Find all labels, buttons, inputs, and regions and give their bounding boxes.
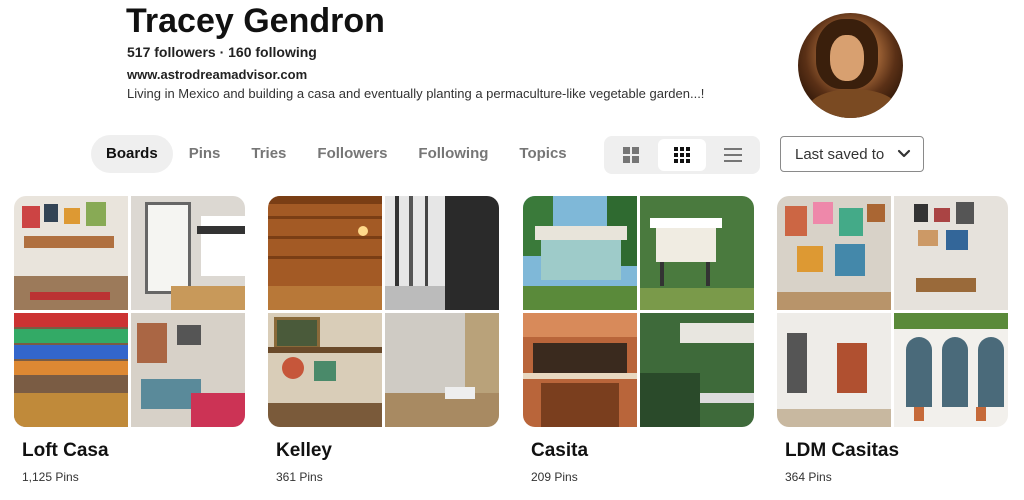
sort-dropdown[interactable]: Last saved to bbox=[780, 136, 924, 172]
board-title[interactable]: Casita bbox=[531, 440, 588, 462]
board-image bbox=[894, 313, 1008, 427]
board-image bbox=[385, 313, 499, 427]
board-image bbox=[131, 196, 245, 310]
tab-tries[interactable]: Tries bbox=[236, 135, 301, 173]
tab-pins[interactable]: Pins bbox=[174, 135, 236, 173]
board-image bbox=[131, 313, 245, 427]
profile-bio: Living in Mexico and building a casa and… bbox=[127, 86, 705, 101]
profile-name: Tracey Gendron bbox=[126, 2, 385, 40]
board-cover[interactable] bbox=[523, 196, 754, 427]
tab-topics[interactable]: Topics bbox=[504, 135, 581, 173]
board-card[interactable]: LDM Casitas 364 Pins bbox=[777, 196, 1008, 484]
board-image bbox=[777, 313, 891, 427]
board-image bbox=[14, 313, 128, 427]
board-image bbox=[14, 196, 128, 310]
board-pin-count: 1,125 Pins bbox=[22, 470, 79, 484]
board-card[interactable]: Casita 209 Pins bbox=[523, 196, 754, 484]
website-link[interactable]: www.astrodreamadvisor.com bbox=[127, 67, 307, 82]
tab-following[interactable]: Following bbox=[403, 135, 503, 173]
board-image bbox=[385, 196, 499, 310]
board-image bbox=[523, 196, 637, 310]
grid-large-icon[interactable] bbox=[607, 139, 655, 171]
chevron-down-icon bbox=[897, 147, 911, 165]
board-cover[interactable] bbox=[268, 196, 499, 427]
follow-stats[interactable]: 517 followers · 160 following bbox=[127, 44, 317, 60]
board-image bbox=[268, 313, 382, 427]
board-pin-count: 209 Pins bbox=[531, 470, 578, 484]
avatar[interactable] bbox=[798, 13, 903, 118]
board-pin-count: 361 Pins bbox=[276, 470, 323, 484]
board-image bbox=[640, 196, 754, 310]
sort-label: Last saved to bbox=[795, 145, 885, 163]
board-image bbox=[640, 313, 754, 427]
board-card[interactable]: Loft Casa 1,125 Pins bbox=[14, 196, 245, 484]
board-card[interactable]: Kelley 361 Pins bbox=[268, 196, 499, 484]
board-image bbox=[894, 196, 1008, 310]
list-icon[interactable] bbox=[709, 139, 757, 171]
tab-boards[interactable]: Boards bbox=[91, 135, 173, 173]
grid-compact-icon[interactable] bbox=[658, 139, 706, 171]
board-title[interactable]: Loft Casa bbox=[22, 440, 109, 462]
view-toggle bbox=[604, 136, 760, 174]
tab-followers[interactable]: Followers bbox=[302, 135, 402, 173]
board-image bbox=[777, 196, 891, 310]
board-cover[interactable] bbox=[14, 196, 245, 427]
profile-tabs: Boards Pins Tries Followers Following To… bbox=[91, 135, 583, 173]
board-image bbox=[523, 313, 637, 427]
board-title[interactable]: LDM Casitas bbox=[785, 440, 899, 462]
board-title[interactable]: Kelley bbox=[276, 440, 332, 462]
board-pin-count: 364 Pins bbox=[785, 470, 832, 484]
board-image bbox=[268, 196, 382, 310]
board-cover[interactable] bbox=[777, 196, 1008, 427]
